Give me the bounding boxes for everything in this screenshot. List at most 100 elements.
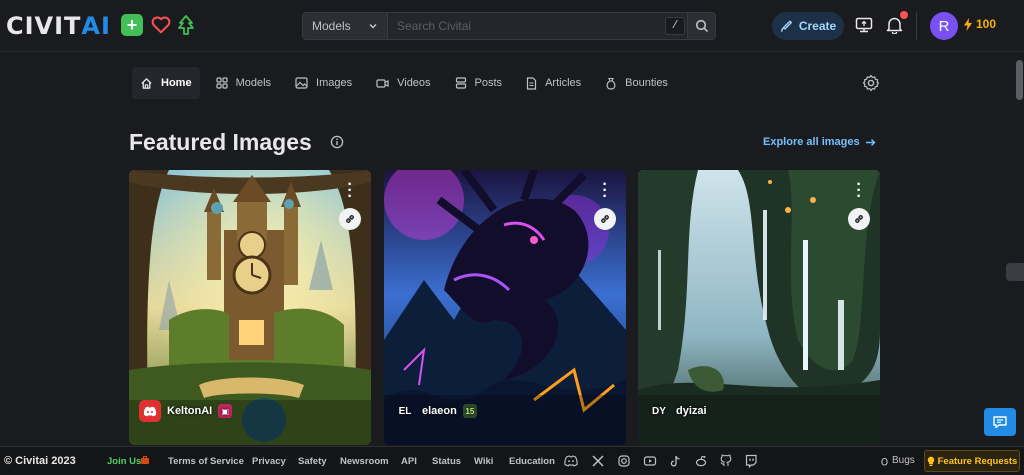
- scrollbar-thumb[interactable]: [1016, 60, 1023, 100]
- card-user[interactable]: DY dyizai: [648, 400, 707, 422]
- more-vertical-icon[interactable]: · · ·: [347, 177, 353, 205]
- home-icon: [141, 77, 152, 89]
- grid-icon: [215, 77, 228, 89]
- user-initials: DY: [652, 405, 666, 417]
- info-icon[interactable]: [330, 135, 344, 149]
- footer-link-privacy[interactable]: Privacy: [252, 456, 286, 467]
- link-button[interactable]: [339, 208, 361, 230]
- nav-images[interactable]: Images: [287, 67, 360, 99]
- nav-videos[interactable]: Videos: [368, 67, 438, 99]
- nav-posts-label: Posts: [474, 77, 503, 89]
- lightbulb-icon: [927, 456, 934, 466]
- nav-bounties-label: Bounties: [625, 77, 668, 89]
- search-bar: Models /: [302, 12, 716, 40]
- more-vertical-icon[interactable]: · · ·: [602, 177, 608, 205]
- bug-icon: [881, 457, 888, 466]
- youtube-icon[interactable]: [643, 454, 657, 468]
- top-header: CIVITAI + Models / Create R 100: [0, 0, 1024, 52]
- buzz-balance[interactable]: 100: [963, 17, 996, 31]
- lightning-icon: [964, 17, 972, 31]
- footer-link-terms[interactable]: Terms of Service: [168, 456, 244, 467]
- page-scrollbar[interactable]: [1014, 52, 1024, 443]
- featured-images-title: Featured Images: [129, 129, 312, 155]
- screen-share-icon[interactable]: [853, 14, 875, 36]
- link-icon: [601, 215, 609, 223]
- brush-icon: [780, 20, 792, 32]
- card-username: elaeon: [422, 405, 457, 417]
- arrow-right-icon: [865, 138, 876, 146]
- search-category-label: Models: [312, 19, 351, 33]
- create-button[interactable]: Create: [772, 12, 844, 40]
- heart-icon[interactable]: [150, 14, 172, 36]
- discord-icon[interactable]: [564, 454, 578, 468]
- logo-text-ai: AI: [81, 12, 111, 40]
- bugs-label: Bugs: [892, 455, 915, 466]
- chat-button[interactable]: [984, 408, 1016, 436]
- footer-link-api[interactable]: API: [401, 456, 417, 467]
- nav-home-label: Home: [161, 77, 192, 89]
- side-feedback-tab[interactable]: [1006, 263, 1024, 281]
- search-category-select[interactable]: Models: [303, 13, 388, 39]
- explore-all-images-link[interactable]: Explore all images: [763, 136, 876, 148]
- reddit-icon[interactable]: [694, 454, 708, 468]
- link-button[interactable]: [594, 208, 616, 230]
- nav-models-label: Models: [235, 77, 272, 89]
- stack-icon: [455, 77, 466, 89]
- link-icon: [855, 215, 863, 223]
- nav-bounties[interactable]: Bounties: [597, 67, 676, 99]
- featured-image-card[interactable]: · · · DY dyizai: [638, 170, 880, 445]
- video-icon: [376, 78, 389, 88]
- nav-models[interactable]: Models: [208, 67, 279, 99]
- card-username: KeltonAI: [167, 405, 213, 417]
- moneybag-icon: [606, 77, 616, 90]
- user-initials: EL: [398, 405, 412, 417]
- nav-videos-label: Videos: [397, 77, 431, 89]
- nav-images-label: Images: [316, 77, 353, 89]
- x-twitter-icon[interactable]: [591, 454, 605, 468]
- feature-requests-button[interactable]: Feature Requests: [924, 450, 1020, 472]
- search-button[interactable]: [687, 13, 715, 39]
- tree-icon[interactable]: [175, 14, 197, 36]
- footer-link-join-us[interactable]: Join Us: [107, 456, 141, 467]
- chat-icon: [993, 416, 1007, 429]
- user-avatar[interactable]: R: [930, 12, 958, 40]
- link-button[interactable]: [848, 208, 870, 230]
- card-user[interactable]: KeltonAI ▣: [139, 400, 233, 422]
- featured-image-card[interactable]: · · · KeltonAI ▣: [129, 170, 371, 445]
- github-icon[interactable]: [719, 454, 733, 468]
- footer-link-status[interactable]: Status: [432, 456, 461, 467]
- create-label: Create: [798, 19, 837, 33]
- featured-image-card[interactable]: · · · EL elaeon 15: [384, 170, 626, 445]
- logo-text-civit: CIVIT: [6, 12, 82, 40]
- section-nav: Home Models Images Videos Posts Articles…: [132, 67, 684, 99]
- feature-requests-label: Feature Requests: [937, 455, 1018, 467]
- card-user[interactable]: EL elaeon 15: [394, 400, 477, 422]
- plus-icon[interactable]: +: [121, 14, 143, 36]
- discord-icon: [139, 400, 161, 422]
- bugs-link[interactable]: Bugs: [880, 455, 915, 466]
- nav-home[interactable]: Home: [132, 67, 200, 99]
- nav-articles[interactable]: Articles: [518, 67, 589, 99]
- search-shortcut-key: /: [665, 17, 685, 35]
- instagram-icon[interactable]: [617, 454, 631, 468]
- footer-link-newsroom[interactable]: Newsroom: [340, 456, 389, 467]
- footer-link-education[interactable]: Education: [509, 456, 555, 467]
- buzz-amount: 100: [976, 17, 997, 31]
- header-divider: [916, 12, 917, 40]
- gear-icon[interactable]: [862, 74, 880, 92]
- civitai-logo[interactable]: CIVIT AI: [6, 11, 111, 41]
- twitch-icon[interactable]: [744, 454, 758, 468]
- user-badge-icon: ▣: [218, 404, 233, 418]
- link-icon: [346, 215, 354, 223]
- briefcase-icon: [140, 455, 150, 465]
- nav-posts[interactable]: Posts: [447, 67, 511, 99]
- footer-link-safety[interactable]: Safety: [298, 456, 327, 467]
- notification-dot: [900, 11, 908, 19]
- footer-link-wiki[interactable]: Wiki: [474, 456, 493, 467]
- search-icon: [695, 19, 708, 33]
- article-icon: [526, 76, 537, 90]
- tiktok-icon[interactable]: [668, 454, 682, 468]
- card-username: dyizai: [676, 405, 707, 417]
- nav-articles-label: Articles: [545, 77, 582, 89]
- more-vertical-icon[interactable]: · · ·: [856, 177, 862, 205]
